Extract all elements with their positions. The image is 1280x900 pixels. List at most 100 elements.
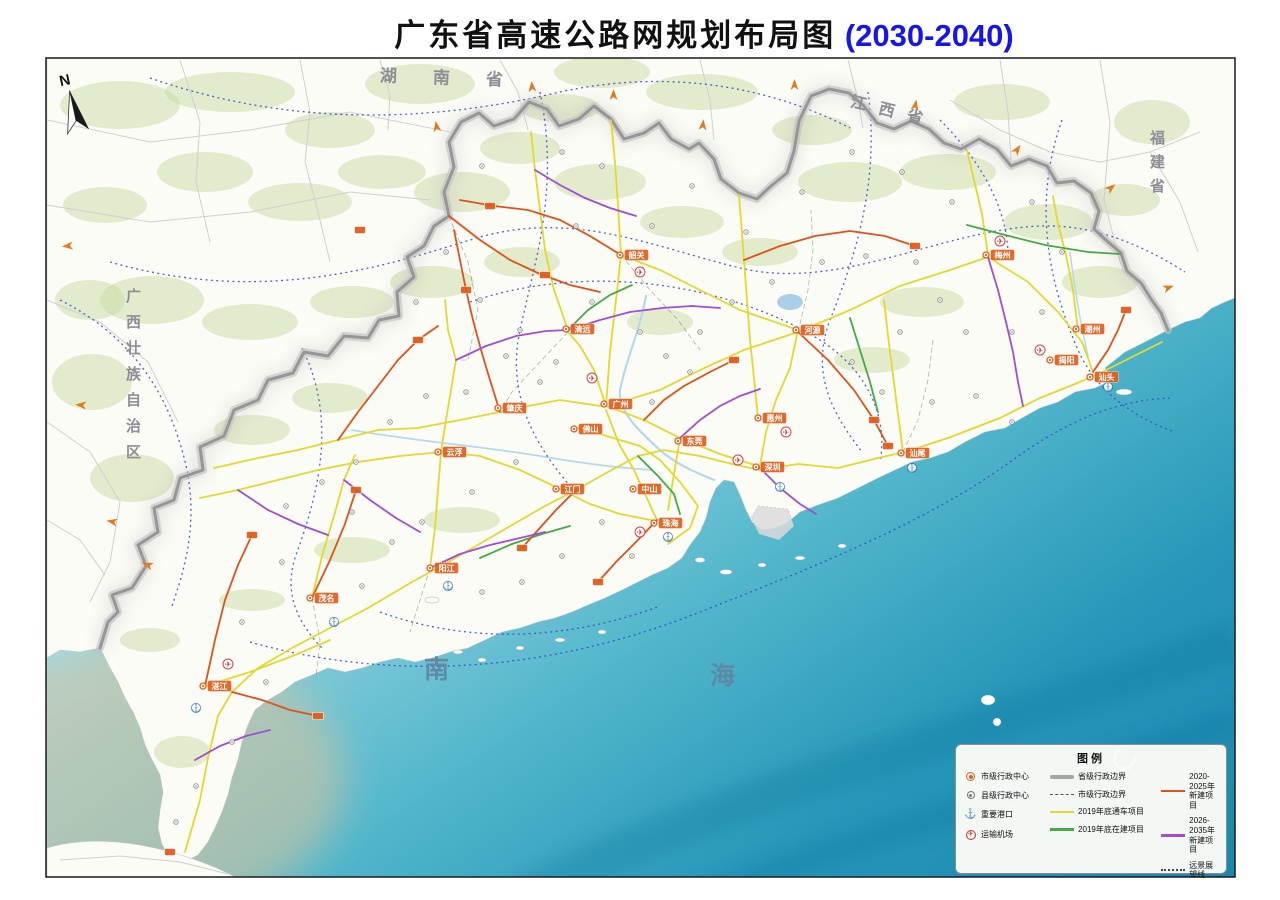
island [795, 556, 805, 560]
county-center-marker [414, 300, 419, 305]
terrain-hill [314, 537, 390, 563]
region-label-guangxi: 广西壮族自治区 [122, 288, 143, 470]
county-center-marker [470, 490, 475, 495]
terrain-hill [722, 238, 798, 266]
county-center-marker [388, 420, 393, 425]
island [453, 650, 463, 654]
county-center-marker [650, 400, 655, 405]
county-center-marker [850, 150, 855, 155]
legend-item-opened-2019: 2019年底通车项目 [1050, 807, 1156, 817]
route-marker [593, 579, 604, 586]
legend-label-future: 远景展望线 [1189, 861, 1221, 880]
legend-label-new-2026-2035-line1: 2026-2035年 [1189, 816, 1221, 835]
route-marker [461, 287, 472, 294]
airport-icon: ✈ [733, 455, 743, 465]
terrain-hill [554, 56, 650, 88]
city-label: 惠州 [767, 413, 783, 423]
county-center-marker [480, 164, 485, 169]
island [993, 718, 1001, 726]
city-label: 江门 [565, 484, 581, 494]
svg-text:✈: ✈ [735, 456, 742, 465]
county-center-marker [688, 370, 693, 375]
legend: 图例 市级行政中心 县级行政中心 ⚓ 重要港口 ✈ 运输机场 省级行 [955, 744, 1227, 874]
route-marker [247, 532, 258, 539]
county-center-marker [898, 330, 903, 335]
county-center-marker [514, 460, 519, 465]
county-center-marker [194, 784, 199, 789]
county-center-marker [504, 354, 509, 359]
svg-text:⚓: ⚓ [443, 581, 453, 591]
county-center-marker [538, 380, 543, 385]
airport-icon: ✈ [1035, 345, 1045, 355]
page-title-text: 广东省高速公路网规划布局图 [394, 18, 836, 54]
sea-label-hai: 海 [710, 656, 735, 692]
terrain-hill [640, 206, 724, 238]
terrain-hill [165, 72, 295, 112]
terrain-hill [120, 628, 180, 652]
county-center-marker [1060, 250, 1065, 255]
terrain-hill [154, 736, 210, 768]
county-center-marker [354, 460, 359, 465]
terrain-hill [1004, 204, 1092, 240]
airport-icon: ✈ [635, 527, 645, 537]
terrain-hill [219, 589, 285, 611]
port-icon: ⚓ [329, 617, 339, 627]
route-marker [869, 417, 880, 424]
county-center-marker [638, 330, 643, 335]
city-label: 广州 [613, 399, 629, 409]
route-marker [910, 243, 921, 250]
city-label: 茂名 [319, 593, 335, 603]
county-center-marker [744, 230, 749, 235]
route-marker [540, 272, 551, 279]
svg-text:⚓: ⚓ [191, 703, 201, 713]
city-boundary-sample [1050, 794, 1074, 795]
terrain-hill [880, 287, 964, 317]
sea-label-nan: 南 [424, 650, 449, 686]
construction-2019-sample [1050, 828, 1074, 831]
city-label: 深圳 [765, 462, 781, 472]
airport-icon: ✈ [966, 830, 976, 840]
terrain-hill [285, 112, 375, 148]
county-center-marker [664, 354, 669, 359]
city-label: 云浮 [447, 447, 463, 457]
county-center-marker [420, 520, 425, 525]
legend-item-new-2020-2025: 2020-2025年 新建项目 [1161, 772, 1221, 810]
svg-text:✈: ✈ [997, 237, 1004, 246]
new-2026-2035-sample [1161, 834, 1185, 837]
city-label: 汕尾 [910, 448, 926, 458]
port-icon: ⚓ [1103, 382, 1113, 392]
legend-label-new-2020-2025-line2: 新建项目 [1189, 791, 1221, 810]
city-center-icon [966, 772, 975, 781]
county-center-marker [424, 394, 429, 399]
county-center-marker [938, 298, 943, 303]
legend-column-lines: 省级行政边界 市级行政边界 2019年底通车项目 2019年底在建项目 [1050, 772, 1156, 880]
county-center-marker [280, 560, 285, 565]
county-center-marker [1030, 200, 1035, 205]
terrain-hill [798, 162, 902, 202]
route-marker [485, 203, 496, 210]
city-label: 韶关 [629, 250, 645, 260]
legend-label-city-center: 市级行政中心 [981, 772, 1029, 782]
legend-label-airport: 运输机场 [981, 830, 1013, 840]
island [478, 658, 486, 662]
route-marker [313, 713, 324, 720]
svg-text:⚓: ⚓ [663, 532, 673, 542]
svg-text:✈: ✈ [783, 428, 790, 437]
terrain-hill [292, 383, 368, 413]
island [425, 597, 439, 603]
county-center-marker [264, 680, 269, 685]
legend-item-county-center: 县级行政中心 [964, 791, 1045, 801]
legend-label-opened-2019: 2019年底通车项目 [1078, 807, 1144, 817]
terrain-hill [157, 152, 253, 192]
terrain-hill [554, 164, 646, 200]
county-center-marker [770, 280, 775, 285]
legend-item-construction-2019: 2019年底在建项目 [1050, 825, 1156, 835]
county-center-marker [520, 580, 525, 585]
county-center-marker [464, 390, 469, 395]
legend-label-new-2026-2035-line2: 新建项目 [1189, 836, 1221, 855]
county-center-marker [800, 190, 805, 195]
terrain-hill [772, 115, 852, 145]
route-marker [413, 337, 424, 344]
island [758, 563, 766, 567]
legend-item-city-boundary: 市级行政边界 [1050, 790, 1156, 800]
